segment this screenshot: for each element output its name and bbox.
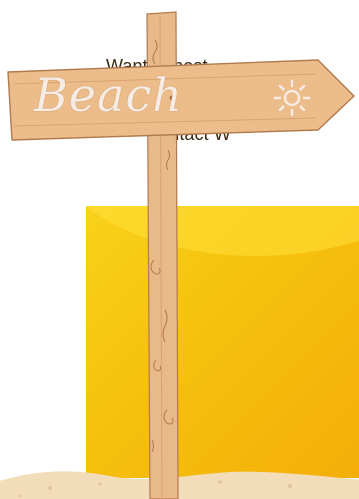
sun-icon: [273, 79, 311, 117]
sign-label: Beach: [34, 68, 183, 122]
page: Want to host Contact W: [0, 0, 359, 499]
